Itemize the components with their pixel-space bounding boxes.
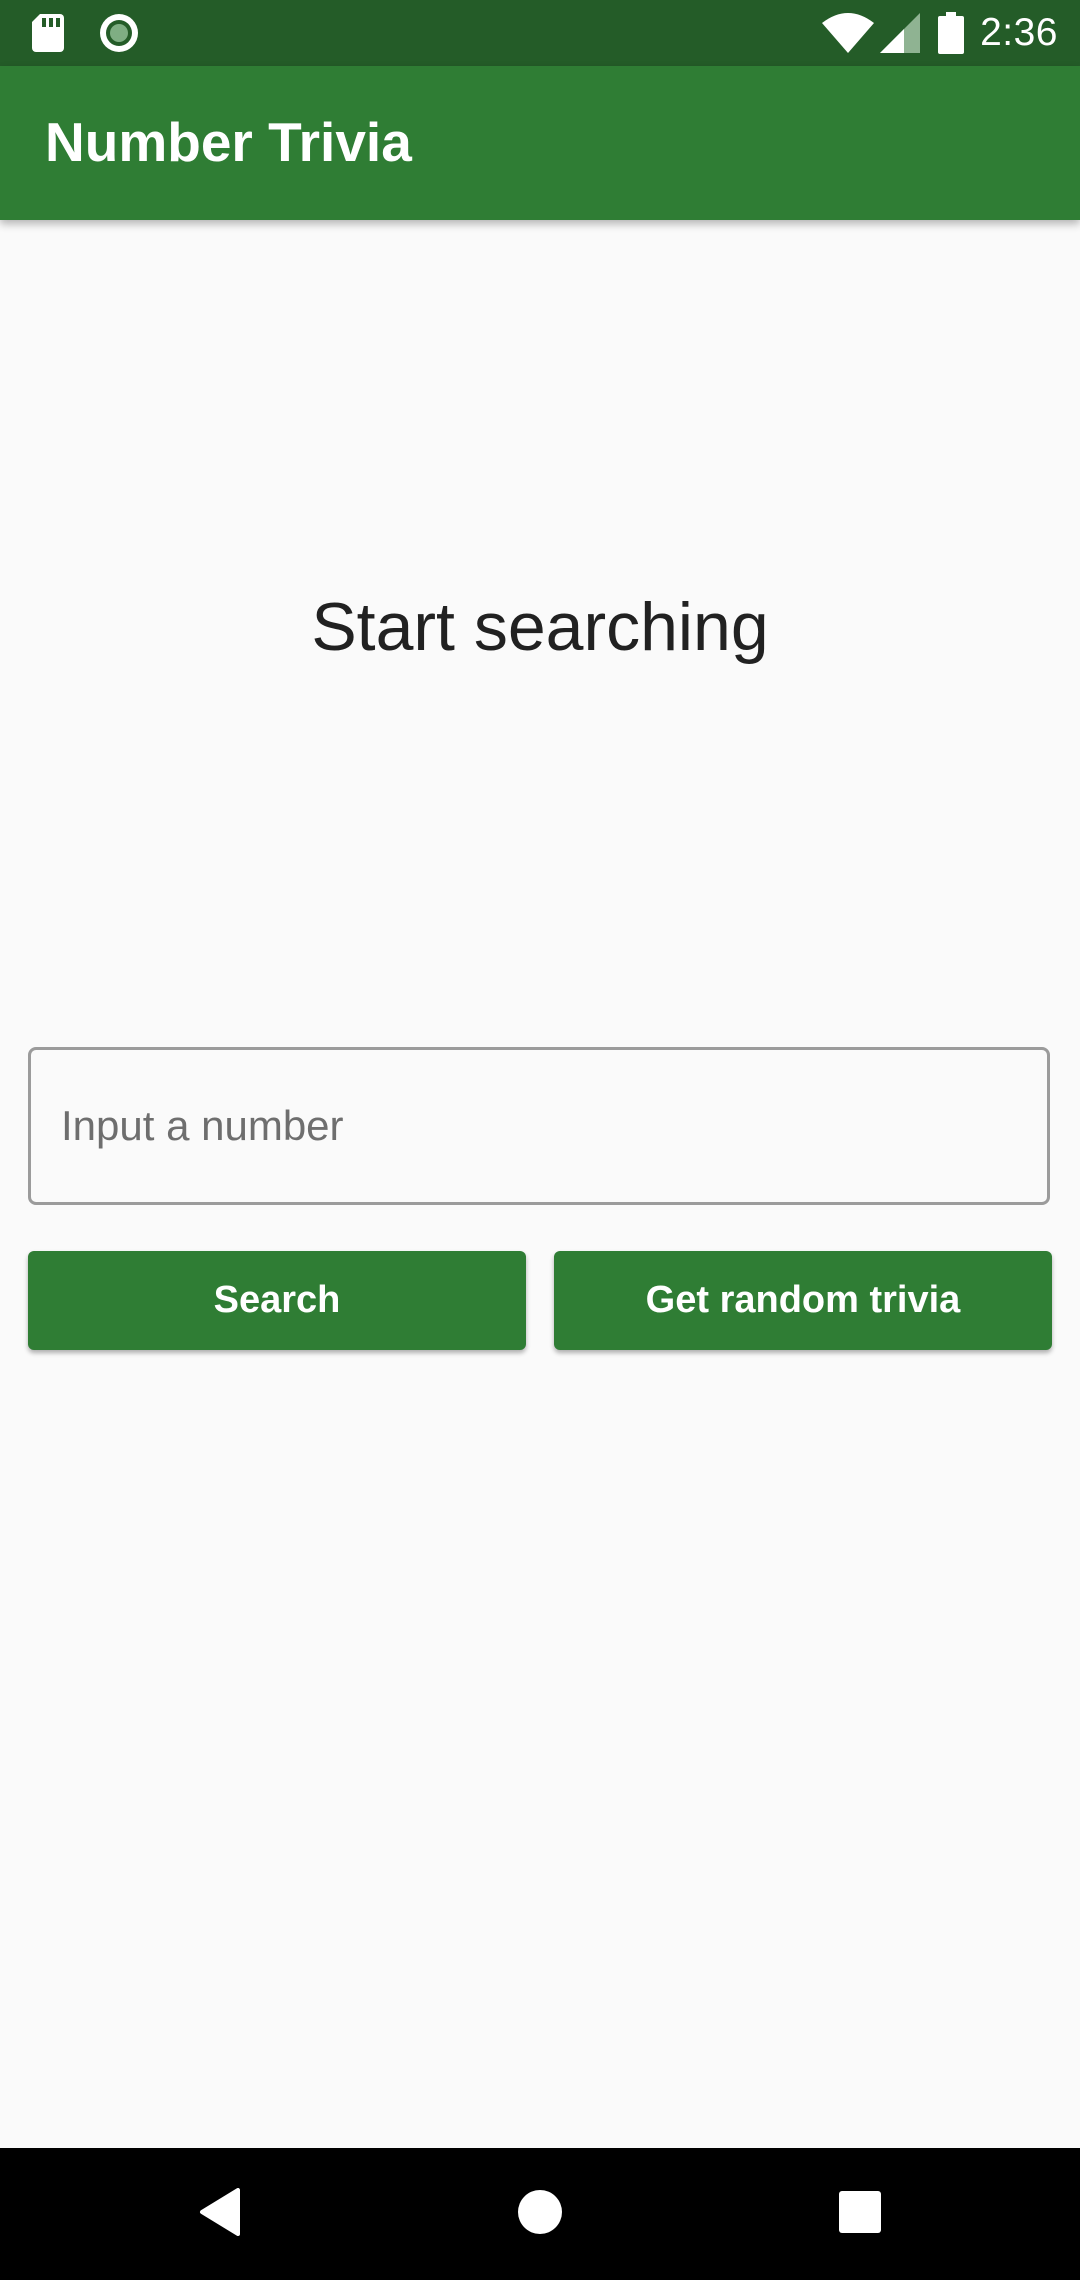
back-icon: [198, 2187, 242, 2241]
record-icon: [98, 12, 140, 54]
status-message: Start searching: [311, 589, 769, 665]
recents-icon: [839, 2190, 881, 2238]
home-button[interactable]: [504, 2178, 576, 2250]
back-button[interactable]: [184, 2178, 256, 2250]
status-time: 2:36: [980, 11, 1058, 54]
wifi-icon: [822, 13, 875, 53]
app-title: Number Trivia: [45, 111, 412, 173]
sdcard-icon: [32, 14, 64, 52]
status-left-icons: [32, 12, 140, 54]
get-random-trivia-button[interactable]: Get random trivia: [554, 1251, 1052, 1350]
screen: 2:36 Number Trivia Start searching Searc…: [0, 0, 1080, 2280]
home-icon: [517, 2189, 563, 2240]
number-input[interactable]: [28, 1047, 1050, 1205]
status-bar: 2:36: [0, 0, 1080, 66]
battery-icon: [938, 12, 965, 54]
recents-button[interactable]: [824, 2178, 896, 2250]
search-button[interactable]: Search: [28, 1251, 526, 1350]
app-bar: Number Trivia: [0, 66, 1080, 220]
status-right-icons: 2:36: [822, 0, 1058, 66]
signal-icon: [880, 13, 921, 53]
navigation-bar: [0, 2148, 1080, 2280]
